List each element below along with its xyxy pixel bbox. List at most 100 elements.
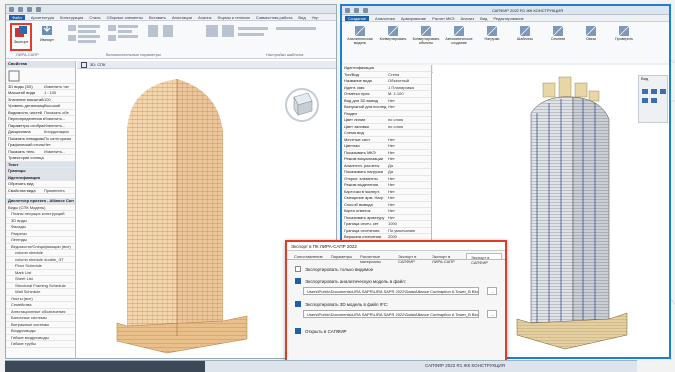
property-name: Режим визуализации	[344, 156, 384, 162]
import-button[interactable]: Импорт	[36, 23, 58, 51]
property-name: Отметка нуля	[344, 91, 370, 97]
building-model-wireframe	[116, 79, 248, 354]
property-name: Идент. имя	[344, 84, 365, 90]
tree-item-label: column shedule	[15, 250, 44, 256]
ribbon-button[interactable]: Проверить	[610, 25, 638, 45]
view-tab[interactable]: 3D: СПК	[77, 61, 336, 69]
ribbon-tab[interactable]: Аннотации	[172, 15, 192, 20]
ribbon-tab[interactable]: Сборные элементы	[107, 15, 143, 20]
ribbon-button-label: Проверить	[615, 37, 633, 41]
dialog-tab[interactable]: Параметры	[327, 253, 356, 259]
ribbon-button-label: Автоматическое создание	[445, 37, 473, 45]
quick-access-icon[interactable]	[18, 6, 23, 12]
property-name: Уровень детализации	[8, 103, 44, 109]
ribbon-button-label: Нагрузки	[484, 37, 500, 41]
ribbon-button[interactable]: Сечения	[544, 25, 572, 45]
tree-item-label: Балочные системы	[11, 315, 47, 321]
property-name: Тип/Вид	[344, 71, 360, 77]
property-value: Координация	[44, 129, 69, 135]
quick-access-icon[interactable]	[354, 7, 359, 13]
ribbon-tab[interactable]: Редактирование	[493, 16, 523, 21]
ifc-path-field[interactable]: Users\Public\Documents\LIRA SAPR\LIRA SA…	[303, 310, 479, 318]
ribbon-buttons: Аналитическая модель Конвертировать Конвер…	[346, 25, 638, 45]
option-open-sapfir[interactable]: Открыть в САПФИР	[287, 328, 505, 334]
ribbon-button[interactable]: Конвертировать	[379, 25, 407, 45]
property-name: Схема вид	[344, 130, 364, 136]
ribbon-tab[interactable]: Армирование	[401, 16, 426, 21]
checkbox[interactable]	[295, 301, 301, 307]
ribbon-tab[interactable]: Упр	[312, 15, 319, 20]
ribbon-tab[interactable]: Сталь	[89, 15, 100, 20]
ribbon-tab[interactable]: Файл	[9, 14, 25, 20]
3d-view-icon	[81, 61, 87, 68]
ribbon-button[interactable]: Конвертировать объекты	[412, 25, 440, 45]
checkbox[interactable]	[295, 278, 301, 284]
tree-item[interactable]: Гибкие трубы	[6, 341, 75, 348]
ribbon-tab[interactable]: Формы и генплан	[218, 15, 250, 20]
checkbox[interactable]	[295, 266, 301, 272]
tree-item-label: Фасады	[11, 224, 26, 230]
ribbon-tab[interactable]: Создание	[345, 15, 370, 21]
property-value: Нет	[388, 182, 395, 188]
tree-item-label: Разрезы	[11, 230, 27, 236]
property-value: 1 Планировка	[388, 84, 414, 90]
dialog-tab[interactable]: Экспорт в ЛИРА-САПР	[428, 253, 466, 264]
quick-access-icon[interactable]	[36, 6, 41, 12]
ribbon-tool-icon	[420, 25, 432, 37]
ribbon-tab[interactable]: Анализ	[461, 16, 475, 21]
ribbon-tab[interactable]: Аналитика	[375, 16, 395, 21]
ribbon-tab[interactable]: Анализ	[198, 15, 212, 20]
property-value: Нет	[388, 156, 395, 162]
property-name: Смещение арм. Нагр	[344, 195, 384, 201]
viewcube-icon[interactable]	[282, 83, 322, 123]
property-value: по слою	[388, 123, 404, 129]
dialog-tab[interactable]: Экспорт в САПФИР	[466, 253, 502, 265]
property-name: Открыт. элементы	[344, 175, 378, 181]
ribbon-tool-icon	[585, 25, 597, 37]
ribbon-button-label: Аналитическая модель	[347, 37, 373, 45]
ribbon-tab[interactable]: Расчет МКЭ	[432, 16, 454, 21]
ribbon-tab[interactable]: Вставить	[149, 15, 166, 20]
dialog-tab[interactable]: Расчетные материалы	[356, 253, 394, 264]
tree-item-label: Витражные системы	[11, 321, 50, 327]
analytical-path-field[interactable]: Users\Public\Documents\LIRA SAPR\LIRA SA…	[303, 287, 479, 295]
tree-item-label: Листы (все)	[11, 295, 33, 301]
property-name: 3D виды (3D)	[8, 83, 33, 89]
quick-access-icon[interactable]	[27, 6, 32, 12]
quick-access-icon[interactable]	[9, 6, 14, 12]
property-value: 1 : 100	[44, 90, 57, 96]
type-selector[interactable]	[6, 68, 75, 84]
browse-button[interactable]: ...	[487, 310, 497, 318]
dialog-tab[interactable]: Сопоставление	[290, 253, 327, 259]
ribbon-tab[interactable]: Совместная работа	[256, 15, 293, 20]
ribbon-tab[interactable]: Вид	[298, 15, 305, 20]
quick-access-icon[interactable]	[345, 7, 350, 13]
ribbon-group-label: Вспомогательные параметры	[106, 52, 161, 57]
ribbon-tab[interactable]: Архитектура	[31, 15, 54, 20]
ribbon-button[interactable]: Нагрузки	[478, 25, 506, 45]
property-row[interactable]: Свойства вида Применить	[6, 188, 75, 194]
ribbon-button[interactable]: Автоматическое создание	[445, 25, 473, 45]
properties-list: Идентификация Тип/Вид Стена Название вида Об…	[342, 65, 431, 247]
property-name: Обрезать вид	[8, 181, 34, 187]
quick-access-icon[interactable]	[363, 7, 368, 13]
ribbon-button[interactable]: Аналитическая модель	[346, 25, 374, 45]
ribbon-tab[interactable]: Вид	[480, 16, 487, 21]
tree-item-label: Гибкие трубы	[11, 341, 37, 347]
property-name: Переопределения вид...	[8, 116, 44, 122]
ribbon-button[interactable]: Шаблоны	[511, 25, 539, 45]
ribbon-button[interactable]: Связи	[577, 25, 605, 45]
checkbox[interactable]	[295, 328, 301, 334]
property-value: Стена	[388, 71, 400, 77]
property-value: 1000	[388, 221, 397, 227]
dialog-tab[interactable]: Экспорт в САПФИР	[394, 253, 428, 264]
ribbon-tab[interactable]: Конструкция	[60, 15, 83, 20]
ribbon-button-label: Конвертировать	[379, 37, 407, 41]
export-button[interactable]: Экспорт	[10, 23, 32, 51]
property-name: Местные сист.	[344, 136, 371, 142]
ribbon-button-label: Конвертировать объекты	[412, 37, 440, 45]
property-value: Изменить...	[44, 148, 66, 154]
browse-button[interactable]: ...	[487, 287, 497, 295]
option-visible-only[interactable]: Экспортировать только видимое	[287, 266, 505, 272]
title-bar: САПФИР 2022 R1 ЖК КОНСТРУКЦИЯ	[342, 6, 669, 15]
